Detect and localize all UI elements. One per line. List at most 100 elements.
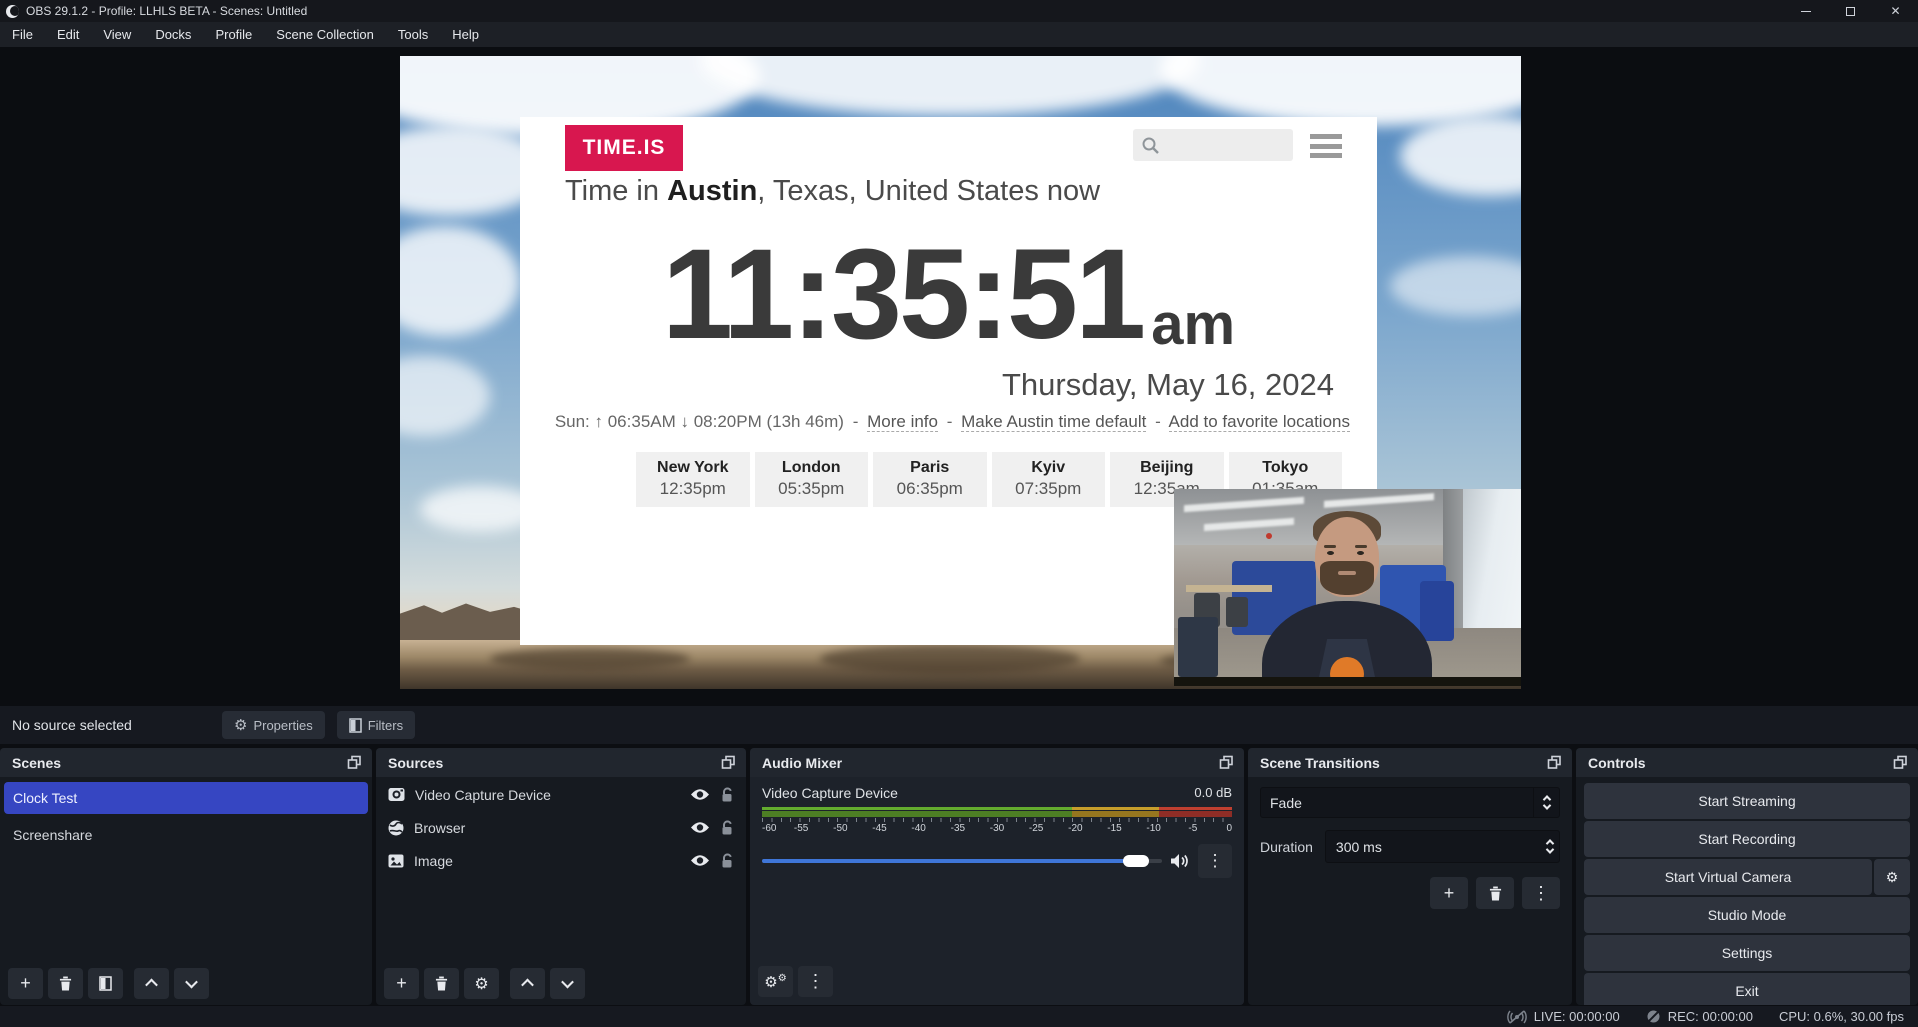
unlock-icon[interactable] — [720, 787, 734, 803]
unlock-icon[interactable] — [720, 853, 734, 869]
duration-input[interactable]: 300 ms — [1325, 830, 1560, 863]
source-row-video-capture[interactable]: Video Capture Device — [376, 779, 746, 810]
cloud — [1400, 116, 1521, 196]
globe-icon — [388, 820, 404, 836]
source-row-browser[interactable]: Browser — [376, 812, 746, 843]
window-buttons: ✕ — [1783, 0, 1918, 22]
mixer-channel-menu-button[interactable]: ⋮ — [1198, 844, 1232, 878]
popout-icon[interactable] — [721, 755, 736, 770]
controls-header[interactable]: Controls — [1576, 748, 1918, 777]
city-card-newyork[interactable]: New York 12:35pm — [636, 452, 750, 507]
popout-icon[interactable] — [1547, 755, 1562, 770]
speaker-icon[interactable] — [1170, 853, 1190, 869]
cloud — [700, 56, 1200, 116]
volume-slider[interactable] — [762, 844, 1162, 878]
scene-item-clock-test[interactable]: Clock Test — [4, 782, 368, 814]
scenes-header[interactable]: Scenes — [0, 748, 372, 777]
remove-transition-button[interactable] — [1476, 877, 1514, 909]
record-inactive-icon — [1646, 1009, 1661, 1024]
menu-file[interactable]: File — [0, 22, 45, 47]
move-source-up-button[interactable] — [510, 968, 545, 999]
volume-meter — [762, 807, 1232, 822]
settings-button[interactable]: Settings — [1584, 935, 1910, 971]
audio-mixer-header[interactable]: Audio Mixer — [750, 748, 1244, 777]
webcam-table — [1186, 585, 1272, 592]
hamburger-menu-icon[interactable] — [1310, 134, 1342, 158]
menu-docks[interactable]: Docks — [143, 22, 203, 47]
image-icon — [388, 854, 404, 868]
minimize-button[interactable] — [1783, 0, 1828, 22]
menu-help[interactable]: Help — [440, 22, 491, 47]
add-scene-button[interactable]: + — [8, 968, 43, 999]
start-streaming-button[interactable]: Start Streaming — [1584, 783, 1910, 819]
start-virtual-camera-button[interactable]: Start Virtual Camera — [1584, 859, 1872, 895]
move-scene-up-button[interactable] — [134, 968, 169, 999]
remove-scene-button[interactable] — [48, 968, 83, 999]
transition-select-arrows[interactable] — [1533, 788, 1559, 817]
advanced-audio-button[interactable]: ⚙⚙ — [758, 966, 793, 997]
rec-status: REC: 00:00:00 — [1646, 1009, 1753, 1024]
visibility-eye-icon[interactable] — [690, 821, 710, 834]
mixer-footer: ⚙⚙ ⋮ — [750, 966, 1244, 997]
controls-panel: Controls Start Streaming Start Recording… — [1576, 748, 1918, 1005]
trash-icon — [59, 976, 72, 991]
cloud — [400, 226, 520, 336]
more-info-link[interactable]: More info — [867, 412, 938, 432]
start-recording-button[interactable]: Start Recording — [1584, 821, 1910, 857]
maximize-button[interactable] — [1828, 0, 1873, 22]
studio-mode-button[interactable]: Studio Mode — [1584, 897, 1910, 933]
move-source-down-button[interactable] — [550, 968, 585, 999]
filters-button[interactable]: Filters — [337, 711, 415, 739]
gear-icon: ⚙ — [234, 716, 247, 734]
obs-logo-icon — [6, 5, 19, 18]
make-default-link[interactable]: Make Austin time default — [961, 412, 1146, 432]
gear-icon: ⚙ — [1886, 869, 1899, 886]
chevron-down-icon — [1542, 801, 1550, 809]
scenes-panel: Scenes Clock Test Screenshare + — [0, 748, 372, 1005]
search-box[interactable] — [1133, 129, 1293, 161]
add-transition-button[interactable]: + — [1430, 877, 1468, 909]
menu-tools[interactable]: Tools — [386, 22, 440, 47]
remove-source-button[interactable] — [424, 968, 459, 999]
close-button[interactable]: ✕ — [1873, 0, 1918, 22]
scene-filters-button[interactable] — [88, 968, 123, 999]
transition-menu-button[interactable]: ⋮ — [1522, 877, 1560, 909]
popout-icon[interactable] — [1893, 755, 1908, 770]
duration-spinner[interactable] — [1547, 831, 1553, 862]
source-row-image[interactable]: Image — [376, 845, 746, 876]
menu-scene-collection[interactable]: Scene Collection — [264, 22, 386, 47]
title-bar: OBS 29.1.2 - Profile: LLHLS BETA - Scene… — [0, 0, 1918, 22]
exit-button[interactable]: Exit — [1584, 973, 1910, 1005]
add-source-button[interactable]: + — [384, 968, 419, 999]
live-status: LIVE: 00:00:00 — [1507, 1009, 1620, 1024]
menu-edit[interactable]: Edit — [45, 22, 91, 47]
chevron-up-icon — [521, 979, 534, 992]
scene-item-screenshare[interactable]: Screenshare — [4, 819, 368, 851]
city-card-paris[interactable]: Paris 06:35pm — [873, 452, 987, 507]
popout-icon[interactable] — [1219, 755, 1234, 770]
timeis-logo[interactable]: TIME.IS — [565, 125, 683, 171]
volume-slider-handle[interactable] — [1123, 855, 1149, 867]
menu-profile[interactable]: Profile — [203, 22, 264, 47]
mixer-menu-button[interactable]: ⋮ — [798, 966, 833, 997]
virtual-camera-settings-button[interactable]: ⚙ — [1874, 859, 1910, 895]
move-scene-down-button[interactable] — [174, 968, 209, 999]
unlock-icon[interactable] — [720, 820, 734, 836]
menu-view[interactable]: View — [91, 22, 143, 47]
add-favorite-link[interactable]: Add to favorite locations — [1169, 412, 1350, 432]
scene-transitions-panel: Scene Transitions Fade Duration 300 ms — [1248, 748, 1572, 1005]
properties-button[interactable]: ⚙ Properties — [222, 711, 325, 739]
city-card-london[interactable]: London 05:35pm — [755, 452, 869, 507]
transition-select[interactable]: Fade — [1260, 787, 1560, 818]
program-canvas[interactable]: TIME.IS Time in Austin, Texas, United St… — [400, 56, 1521, 689]
chevron-down-icon — [561, 976, 574, 989]
video-capture-overlay[interactable] — [1174, 489, 1521, 686]
trash-icon — [1489, 886, 1502, 901]
source-properties-button[interactable]: ⚙ — [464, 968, 499, 999]
sources-header[interactable]: Sources — [376, 748, 746, 777]
visibility-eye-icon[interactable] — [690, 788, 710, 801]
visibility-eye-icon[interactable] — [690, 854, 710, 867]
popout-icon[interactable] — [347, 755, 362, 770]
scene-transitions-header[interactable]: Scene Transitions — [1248, 748, 1572, 777]
city-card-kyiv[interactable]: Kyiv 07:35pm — [992, 452, 1106, 507]
